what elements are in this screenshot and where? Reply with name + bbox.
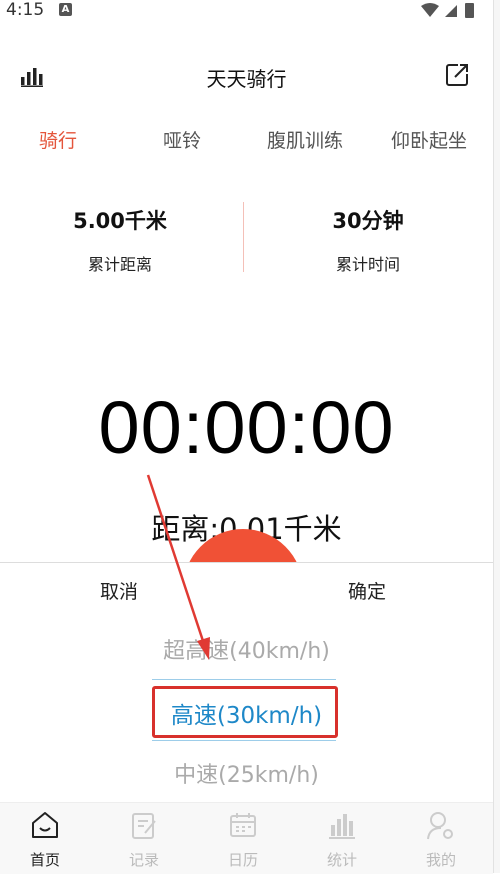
- speed-option[interactable]: 超高速(40km/h): [0, 633, 493, 665]
- tab-situps[interactable]: 仰卧起坐: [364, 126, 494, 153]
- bottom-nav: 首页 记录 日历 统计 我的: [0, 802, 493, 874]
- profile-icon: [427, 812, 453, 840]
- cancel-button[interactable]: 取消: [100, 577, 138, 604]
- record-icon: [132, 813, 156, 839]
- confirm-button[interactable]: 确定: [348, 577, 386, 604]
- total-time-label: 累计时间: [335, 255, 400, 274]
- total-time-value: 30分钟: [332, 209, 404, 233]
- nav-statistics[interactable]: 统计: [293, 803, 391, 874]
- tab-abs-training[interactable]: 腹肌训练: [240, 126, 370, 153]
- statistics-icon: [329, 814, 355, 839]
- exercise-tabs: 骑行 哑铃 腹肌训练 仰卧起坐: [0, 126, 493, 162]
- nav-label: 首页: [29, 851, 60, 869]
- status-bar: 4:15 A: [0, 0, 500, 22]
- system-status-icons: [421, 3, 474, 18]
- right-edge-strip: [493, 0, 500, 873]
- ride-timer: 00:00:00: [98, 386, 395, 469]
- summary-divider: [243, 202, 244, 272]
- status-time: 4:15: [6, 0, 45, 20]
- annotation-highlight-box: [152, 686, 338, 738]
- picker-selection-line: [152, 679, 336, 680]
- nav-record[interactable]: 记录: [95, 803, 193, 874]
- home-icon: [32, 812, 58, 838]
- nav-label: 我的: [425, 851, 456, 869]
- speed-option[interactable]: 中速(25km/h): [0, 757, 493, 789]
- total-distance-value: 5.00千米: [73, 209, 167, 233]
- picker-selection-line: [152, 740, 336, 741]
- tab-cycling[interactable]: 骑行: [0, 126, 123, 153]
- nav-home[interactable]: 首页: [0, 803, 94, 874]
- page-title: 天天骑行: [206, 67, 287, 91]
- calendar-icon: [230, 813, 256, 837]
- nav-label: 记录: [128, 851, 159, 869]
- total-distance-label: 累计距离: [87, 255, 152, 274]
- tab-dumbbell[interactable]: 哑铃: [117, 126, 247, 153]
- speed-picker: 取消 确定 超高速(40km/h) 高速(30km/h) 中速(25km/h): [0, 562, 493, 803]
- notification-icon: A: [59, 3, 72, 16]
- nav-label: 日历: [227, 851, 258, 869]
- share-icon[interactable]: [444, 62, 470, 88]
- app-header: 天天骑行: [0, 50, 493, 102]
- nav-profile[interactable]: 我的: [392, 803, 490, 874]
- nav-label: 统计: [326, 851, 357, 869]
- nav-calendar[interactable]: 日历: [194, 803, 292, 874]
- summary-panel: 5.00千米 累计距离 30分钟 累计时间: [0, 195, 493, 275]
